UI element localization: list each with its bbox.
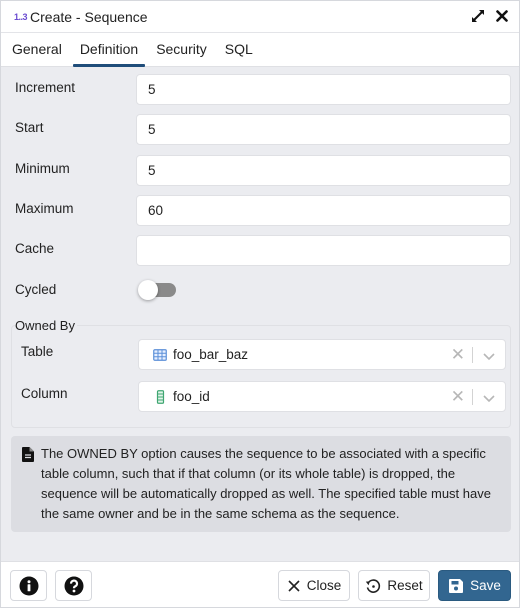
dialog-title: Create - Sequence bbox=[30, 8, 148, 25]
tab-general[interactable]: General bbox=[3, 33, 71, 67]
tab-definition[interactable]: Definition bbox=[71, 33, 147, 67]
cycled-row: Cycled bbox=[1, 276, 519, 308]
column-label: Column bbox=[21, 386, 68, 401]
maximum-input[interactable] bbox=[136, 195, 511, 226]
chevron-down-icon[interactable] bbox=[482, 349, 496, 363]
select-separator bbox=[472, 389, 473, 405]
cycled-label: Cycled bbox=[15, 282, 57, 297]
info-icon bbox=[19, 576, 38, 595]
increment-input[interactable] bbox=[136, 74, 511, 105]
close-icon bbox=[288, 579, 300, 592]
cache-row: Cache bbox=[1, 235, 519, 267]
reset-label: Reset bbox=[387, 578, 423, 593]
minimum-row: Minimum bbox=[1, 155, 519, 187]
reset-icon bbox=[366, 578, 381, 593]
close-label: Close bbox=[306, 578, 342, 593]
increment-row: Increment bbox=[1, 74, 519, 106]
clear-icon[interactable]: ✕ bbox=[451, 346, 465, 364]
cache-label: Cache bbox=[15, 241, 55, 256]
clear-icon[interactable]: ✕ bbox=[451, 388, 465, 406]
table-icon bbox=[153, 349, 167, 361]
note-text: The OWNED BY option causes the sequence … bbox=[41, 446, 491, 521]
help-button[interactable] bbox=[55, 570, 92, 601]
save-icon bbox=[449, 578, 464, 593]
table-label: Table bbox=[21, 344, 54, 359]
select-separator bbox=[472, 347, 473, 363]
start-label: Start bbox=[15, 120, 44, 135]
create-sequence-dialog: 1..3 Create - Sequence General Definitio… bbox=[0, 0, 520, 608]
table-value: foo_bar_baz bbox=[173, 347, 249, 362]
owned-by-help-note: The OWNED BY option causes the sequence … bbox=[11, 436, 511, 532]
expand-icon[interactable] bbox=[471, 7, 485, 25]
dialog-footer: Close Reset Save bbox=[1, 561, 519, 607]
save-button[interactable]: Save bbox=[438, 570, 511, 601]
file-text-icon bbox=[22, 447, 34, 462]
owned-by-legend: Owned By bbox=[15, 318, 77, 333]
start-input[interactable] bbox=[136, 114, 511, 145]
minimum-label: Minimum bbox=[15, 161, 70, 176]
column-select[interactable]: foo_id ✕ bbox=[138, 381, 506, 412]
tab-security[interactable]: Security bbox=[147, 33, 216, 67]
close-icon[interactable] bbox=[495, 7, 509, 25]
maximum-label: Maximum bbox=[15, 201, 74, 216]
cycled-toggle[interactable] bbox=[138, 280, 178, 300]
help-icon bbox=[64, 576, 83, 595]
toggle-knob bbox=[138, 280, 158, 300]
table-select[interactable]: foo_bar_baz ✕ bbox=[138, 339, 506, 370]
save-label: Save bbox=[470, 578, 501, 593]
reset-button[interactable]: Reset bbox=[358, 570, 430, 601]
maximum-row: Maximum bbox=[1, 195, 519, 227]
tab-sql[interactable]: SQL bbox=[216, 33, 262, 67]
info-button[interactable] bbox=[10, 570, 47, 601]
start-row: Start bbox=[1, 114, 519, 146]
close-button[interactable]: Close bbox=[278, 570, 350, 601]
tab-bar: General Definition Security SQL bbox=[1, 33, 519, 67]
column-icon bbox=[156, 390, 165, 404]
chevron-down-icon[interactable] bbox=[482, 391, 496, 405]
title-bar[interactable]: 1..3 Create - Sequence bbox=[1, 1, 519, 33]
minimum-input[interactable] bbox=[136, 155, 511, 186]
sequence-icon: 1..3 bbox=[14, 11, 28, 22]
cache-input[interactable] bbox=[136, 235, 511, 266]
column-value: foo_id bbox=[173, 389, 210, 404]
increment-label: Increment bbox=[15, 80, 76, 95]
